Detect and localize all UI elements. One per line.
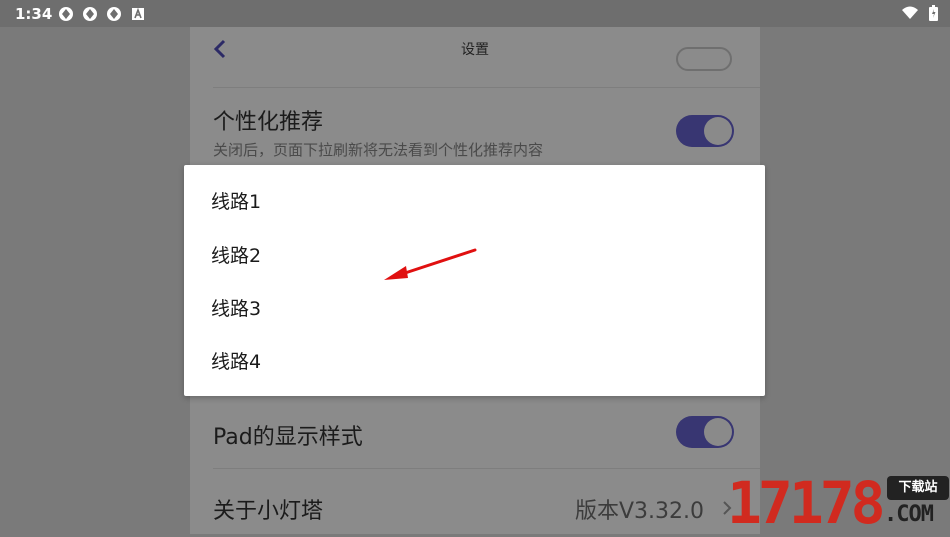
personalized-description: 关闭后，页面下拉刷新将无法看到个性化推荐内容 — [213, 141, 544, 159]
status-right-icons — [901, 5, 938, 21]
divider — [213, 87, 760, 88]
aperture-icon — [107, 7, 121, 21]
route-option-label: 线路2 — [211, 245, 262, 267]
watermark-number: 17178 — [727, 469, 886, 537]
toggle-knob — [704, 117, 732, 145]
version-value: 版本V3.32.0 — [574, 499, 704, 524]
route-option-label: 线路1 — [211, 191, 262, 213]
watermark-logo: 17178 下载站 .COM — [727, 472, 950, 534]
status-bar: 1:34 — [0, 0, 950, 27]
about-title[interactable]: 关于小灯塔 — [213, 493, 323, 525]
route-option-1[interactable]: 线路1 — [184, 173, 765, 226]
toggle-knob — [704, 418, 732, 446]
pad-display-toggle[interactable] — [676, 416, 734, 448]
watermark-domain: .COM — [884, 502, 934, 527]
aperture-icon — [59, 7, 73, 21]
pad-display-title: Pad的显示样式 — [213, 425, 363, 450]
route-option-4[interactable]: 线路4 — [184, 333, 765, 386]
page-title: 设置 — [461, 42, 489, 58]
aperture-icon — [83, 7, 97, 21]
personalized-title: 个性化推荐 — [213, 110, 324, 135]
watermark-label: 下载站 — [887, 476, 949, 500]
battery-icon — [929, 5, 938, 21]
divider — [213, 468, 760, 469]
route-option-3[interactable]: 线路3 — [184, 280, 765, 333]
status-time: 1:34 — [15, 5, 53, 23]
letter-a-icon — [132, 7, 144, 20]
notification-icons — [58, 6, 146, 22]
route-option-label: 线路3 — [211, 298, 262, 320]
partial-toggle[interactable] — [676, 47, 732, 71]
personalized-toggle[interactable] — [676, 115, 734, 147]
annotation-arrow-icon — [384, 248, 477, 280]
wifi-icon — [902, 6, 918, 19]
route-option-label: 线路4 — [211, 351, 262, 373]
